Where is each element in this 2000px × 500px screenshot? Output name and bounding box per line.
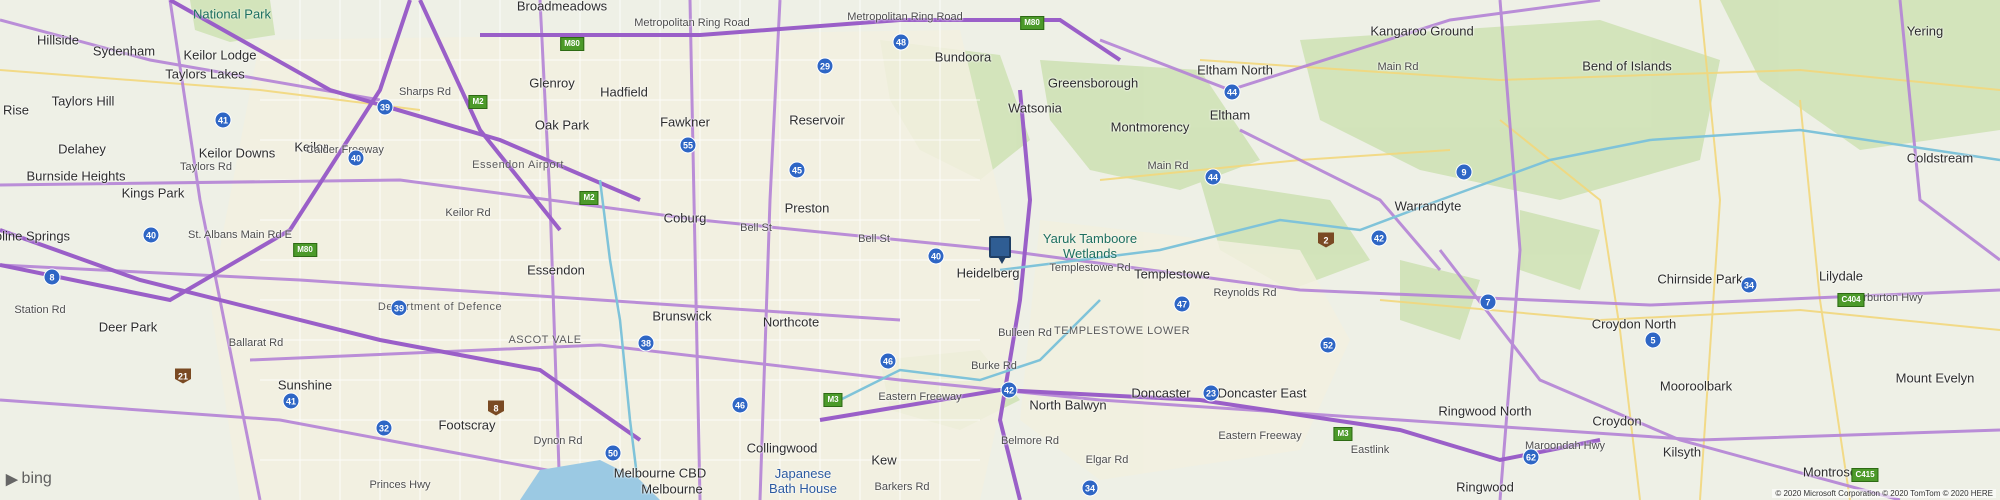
route-shield-icon: 9: [1455, 163, 1473, 181]
bing-logo: ▶ bing: [6, 470, 52, 488]
route-shield-icon: 45: [788, 161, 806, 179]
map-canvas[interactable]: Broadmeadows Keilor Lodge Hillside Sydenham…: [0, 0, 2000, 500]
bing-logo-text: bing: [21, 470, 52, 487]
route-shield-icon: 34: [1740, 276, 1758, 294]
motorway-shield-icon: M2: [579, 191, 599, 205]
route-shield-icon: 55: [679, 136, 697, 154]
route-shield-icon: 42: [1370, 229, 1388, 247]
route-shield-icon: 46: [731, 396, 749, 414]
route-shield-icon: 39: [390, 299, 408, 317]
motorway-shield-icon: C415: [1851, 468, 1879, 482]
motorway-shield-icon: M80: [293, 243, 317, 257]
route-shield-icon: 62: [1522, 448, 1540, 466]
route-shield-icon: 38: [637, 334, 655, 352]
route-shield-icon: 40: [927, 247, 945, 265]
route-shield-icon: 44: [1223, 83, 1241, 101]
route-shield-icon: 32: [375, 419, 393, 437]
route-shield-icon: 46: [879, 352, 897, 370]
route-shield-icon: 29: [816, 57, 834, 75]
route-shield-icon: 42: [1000, 381, 1018, 399]
route-shield-icon: 41: [214, 111, 232, 129]
route-shield-icon: 39: [376, 98, 394, 116]
route-shield-icon: 50: [604, 444, 622, 462]
route-shield-icon: 44: [1204, 168, 1222, 186]
motorway-shield-icon: M2: [468, 95, 488, 109]
route-shield-icon: 5: [1644, 331, 1662, 349]
route-shield-icon: 8: [43, 268, 61, 286]
motorway-shield-icon: M80: [560, 37, 584, 51]
route-shield-icon: 48: [892, 33, 910, 51]
route-shield-icon: 40: [347, 149, 365, 167]
route-shield-icon: 40: [142, 226, 160, 244]
route-shield-icon: 47: [1173, 295, 1191, 313]
location-pin-marker[interactable]: [989, 236, 1011, 264]
motorway-shield-icon: C404: [1837, 293, 1865, 307]
copyright-notice: © 2020 Microsoft Corporation © 2020 TomT…: [1772, 489, 1996, 498]
motorway-shield-icon: M3: [823, 393, 843, 407]
route-shield-icon: 7: [1479, 293, 1497, 311]
route-shield-icon: 23: [1202, 384, 1220, 402]
route-shield-icon: 52: [1319, 336, 1337, 354]
route-shield-icon: 41: [282, 392, 300, 410]
motorway-shield-icon: M80: [1020, 16, 1044, 30]
bing-logo-icon: ▶: [6, 471, 18, 488]
route-shield-icon: 34: [1081, 479, 1099, 497]
motorway-shield-icon: M3: [1333, 427, 1353, 441]
